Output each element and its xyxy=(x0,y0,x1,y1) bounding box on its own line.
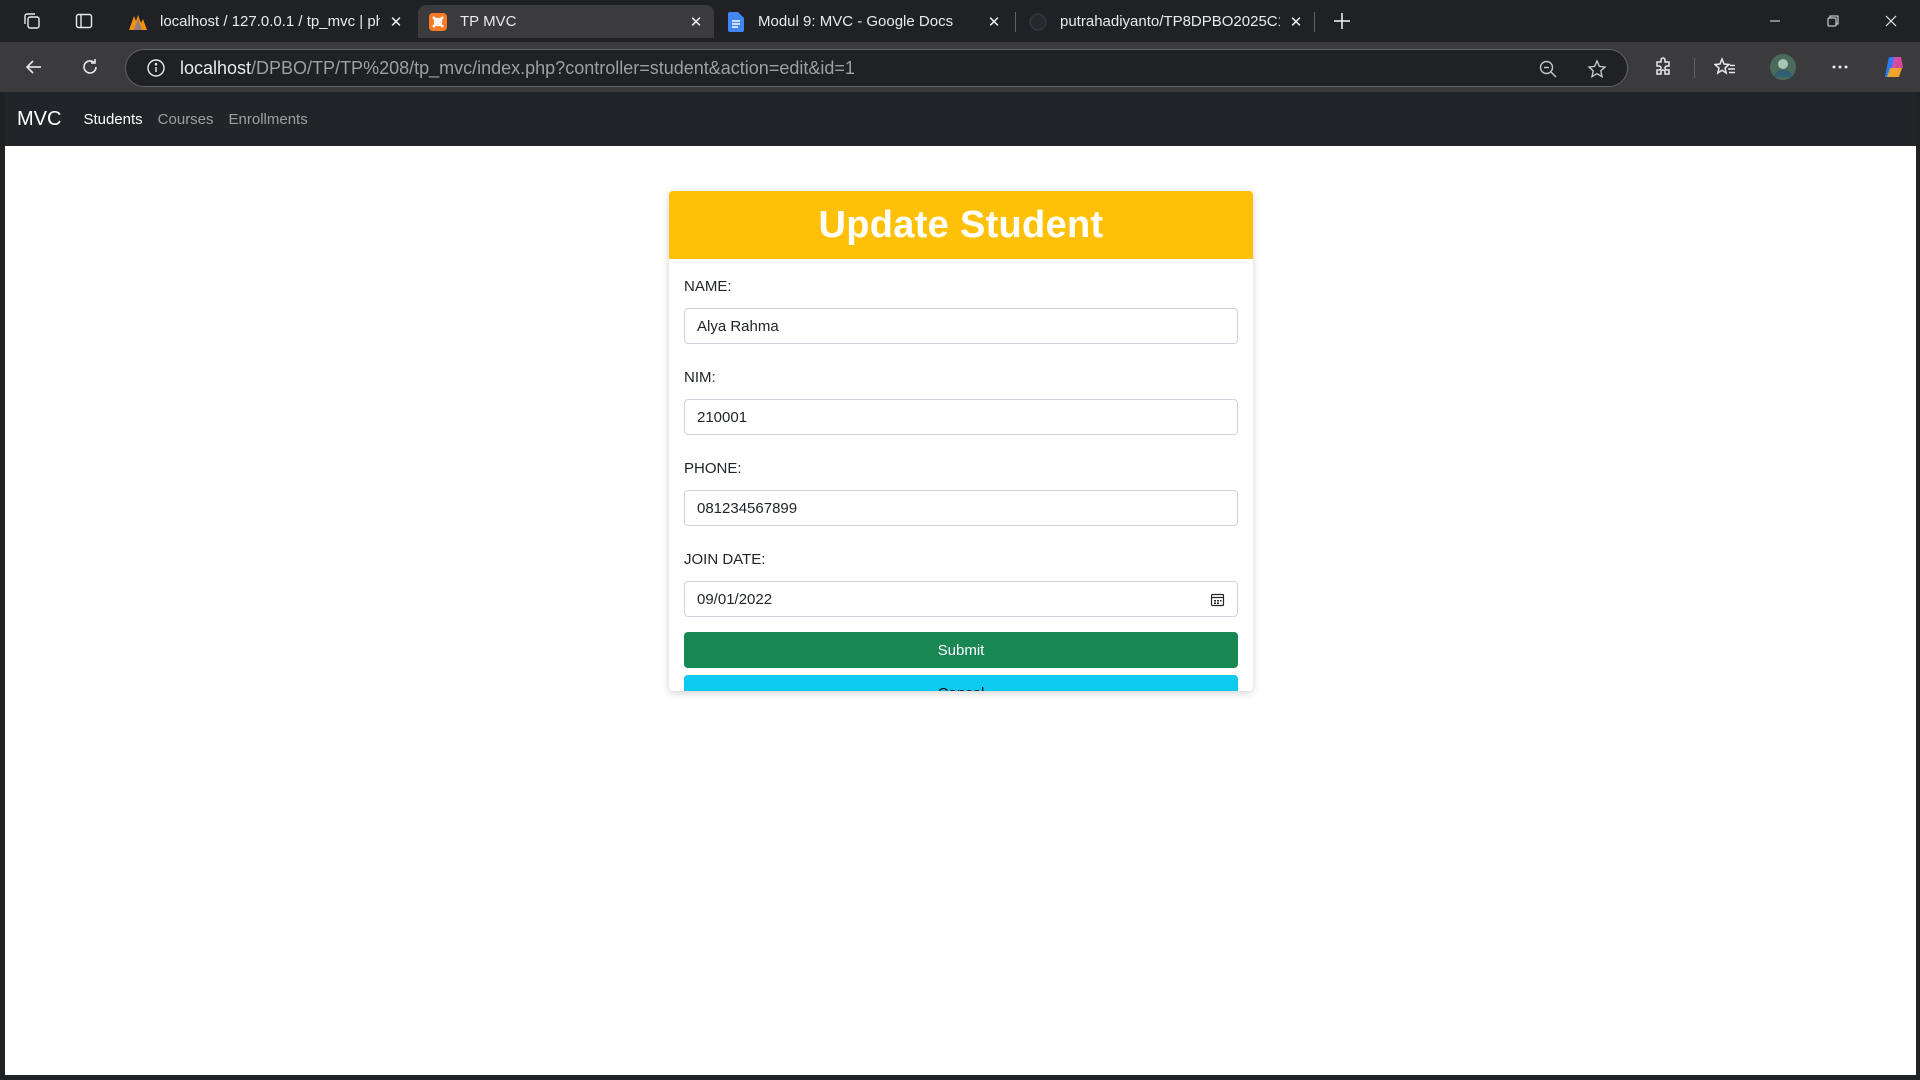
nav-link-courses[interactable]: Courses xyxy=(158,111,214,128)
more-options-icon[interactable] xyxy=(1824,51,1856,83)
google-docs-icon xyxy=(726,11,746,32)
form-title: Update Student xyxy=(818,203,1104,246)
close-window-icon[interactable] xyxy=(1863,0,1919,42)
close-tab-icon[interactable]: ✕ xyxy=(686,12,706,32)
phone-label: PHONE: xyxy=(684,460,742,477)
url-host: localhost xyxy=(180,57,252,78)
browser-toolbar: localhost/DPBO/TP/TP%208/tp_mvc/index.ph… xyxy=(0,42,1920,92)
nav-link-students[interactable]: Students xyxy=(83,111,142,128)
favorite-star-icon[interactable] xyxy=(1585,57,1609,81)
close-tab-icon[interactable]: ✕ xyxy=(1286,12,1306,32)
tab-google-docs[interactable]: Modul 9: MVC - Google Docs ✕ xyxy=(716,5,1012,38)
site-info-icon[interactable] xyxy=(144,56,168,80)
restore-icon[interactable] xyxy=(1805,0,1861,42)
new-tab-icon[interactable] xyxy=(1328,7,1356,35)
name-input[interactable]: Alya Rahma xyxy=(684,308,1238,344)
close-tab-icon[interactable]: ✕ xyxy=(386,12,406,32)
join-date-value: 09/01/2022 xyxy=(697,590,773,608)
card-header: Update Student xyxy=(669,191,1253,259)
tab-title: localhost / 127.0.0.1 / tp_mvc | ph xyxy=(160,13,380,30)
nim-value: 210001 xyxy=(697,408,748,426)
tab-title: putrahadiyanto/TP8DPBO2025C1 xyxy=(1060,13,1280,30)
nim-input[interactable]: 210001 xyxy=(684,399,1238,435)
tab-tp-mvc[interactable]: TP MVC ✕ xyxy=(418,5,714,38)
phone-value: 081234567899 xyxy=(697,499,798,517)
tab-separator xyxy=(1314,12,1315,32)
cancel-button[interactable]: Cancel xyxy=(684,675,1238,691)
submit-button[interactable]: Submit xyxy=(684,632,1238,668)
close-tab-icon[interactable]: ✕ xyxy=(984,12,1004,32)
url-text: localhost/DPBO/TP/TP%208/tp_mvc/index.ph… xyxy=(180,58,855,79)
update-student-card: Update Student NAME: Alya Rahma NIM: 210… xyxy=(669,191,1253,691)
favorites-icon[interactable] xyxy=(1709,51,1741,83)
update-student-form: NAME: Alya Rahma NIM: 210001 PHONE: 0812… xyxy=(669,259,1253,691)
github-icon xyxy=(1028,12,1048,32)
zoom-icon[interactable] xyxy=(1536,57,1560,81)
toolbar-divider xyxy=(1694,58,1695,78)
tab-title: Modul 9: MVC - Google Docs xyxy=(758,13,954,30)
calendar-icon[interactable] xyxy=(1210,592,1225,607)
navbar-brand[interactable]: MVC xyxy=(17,108,61,131)
name-label: NAME: xyxy=(684,278,732,295)
page-viewport: MVC Students Courses Enrollments Update … xyxy=(5,92,1916,1075)
phone-input[interactable]: 081234567899 xyxy=(684,490,1238,526)
back-icon[interactable] xyxy=(18,51,50,83)
address-bar[interactable]: localhost/DPBO/TP/TP%208/tp_mvc/index.ph… xyxy=(125,49,1628,87)
tab-title: TP MVC xyxy=(460,13,517,30)
join-date-input[interactable]: 09/01/2022 xyxy=(684,581,1238,617)
xampp-icon xyxy=(428,12,448,32)
url-path: /DPBO/TP/TP%208/tp_mvc/index.php?control… xyxy=(251,57,855,78)
vertical-tabs-icon[interactable] xyxy=(70,7,98,35)
tab-phpmyadmin[interactable]: localhost / 127.0.0.1 / tp_mvc | ph ✕ xyxy=(118,5,414,38)
join-date-label: JOIN DATE: xyxy=(684,551,766,568)
minimize-icon[interactable] xyxy=(1747,0,1803,42)
name-value: Alya Rahma xyxy=(697,317,779,335)
extensions-icon[interactable] xyxy=(1648,51,1680,83)
tab-separator xyxy=(1015,12,1016,32)
profile-avatar[interactable] xyxy=(1767,51,1799,83)
phpmyadmin-icon xyxy=(128,12,148,32)
tab-github[interactable]: putrahadiyanto/TP8DPBO2025C1 ✕ xyxy=(1018,5,1314,38)
tab-strip: localhost / 127.0.0.1 / tp_mvc | ph ✕ TP… xyxy=(0,0,1920,42)
nav-link-enrollments[interactable]: Enrollments xyxy=(229,111,308,128)
nim-label: NIM: xyxy=(684,369,716,386)
refresh-icon[interactable] xyxy=(74,51,106,83)
copilot-icon[interactable] xyxy=(1878,51,1910,83)
window-bottom-edge xyxy=(0,1075,1920,1080)
workspaces-icon[interactable] xyxy=(18,7,46,35)
app-navbar: MVC Students Courses Enrollments xyxy=(5,92,1916,146)
